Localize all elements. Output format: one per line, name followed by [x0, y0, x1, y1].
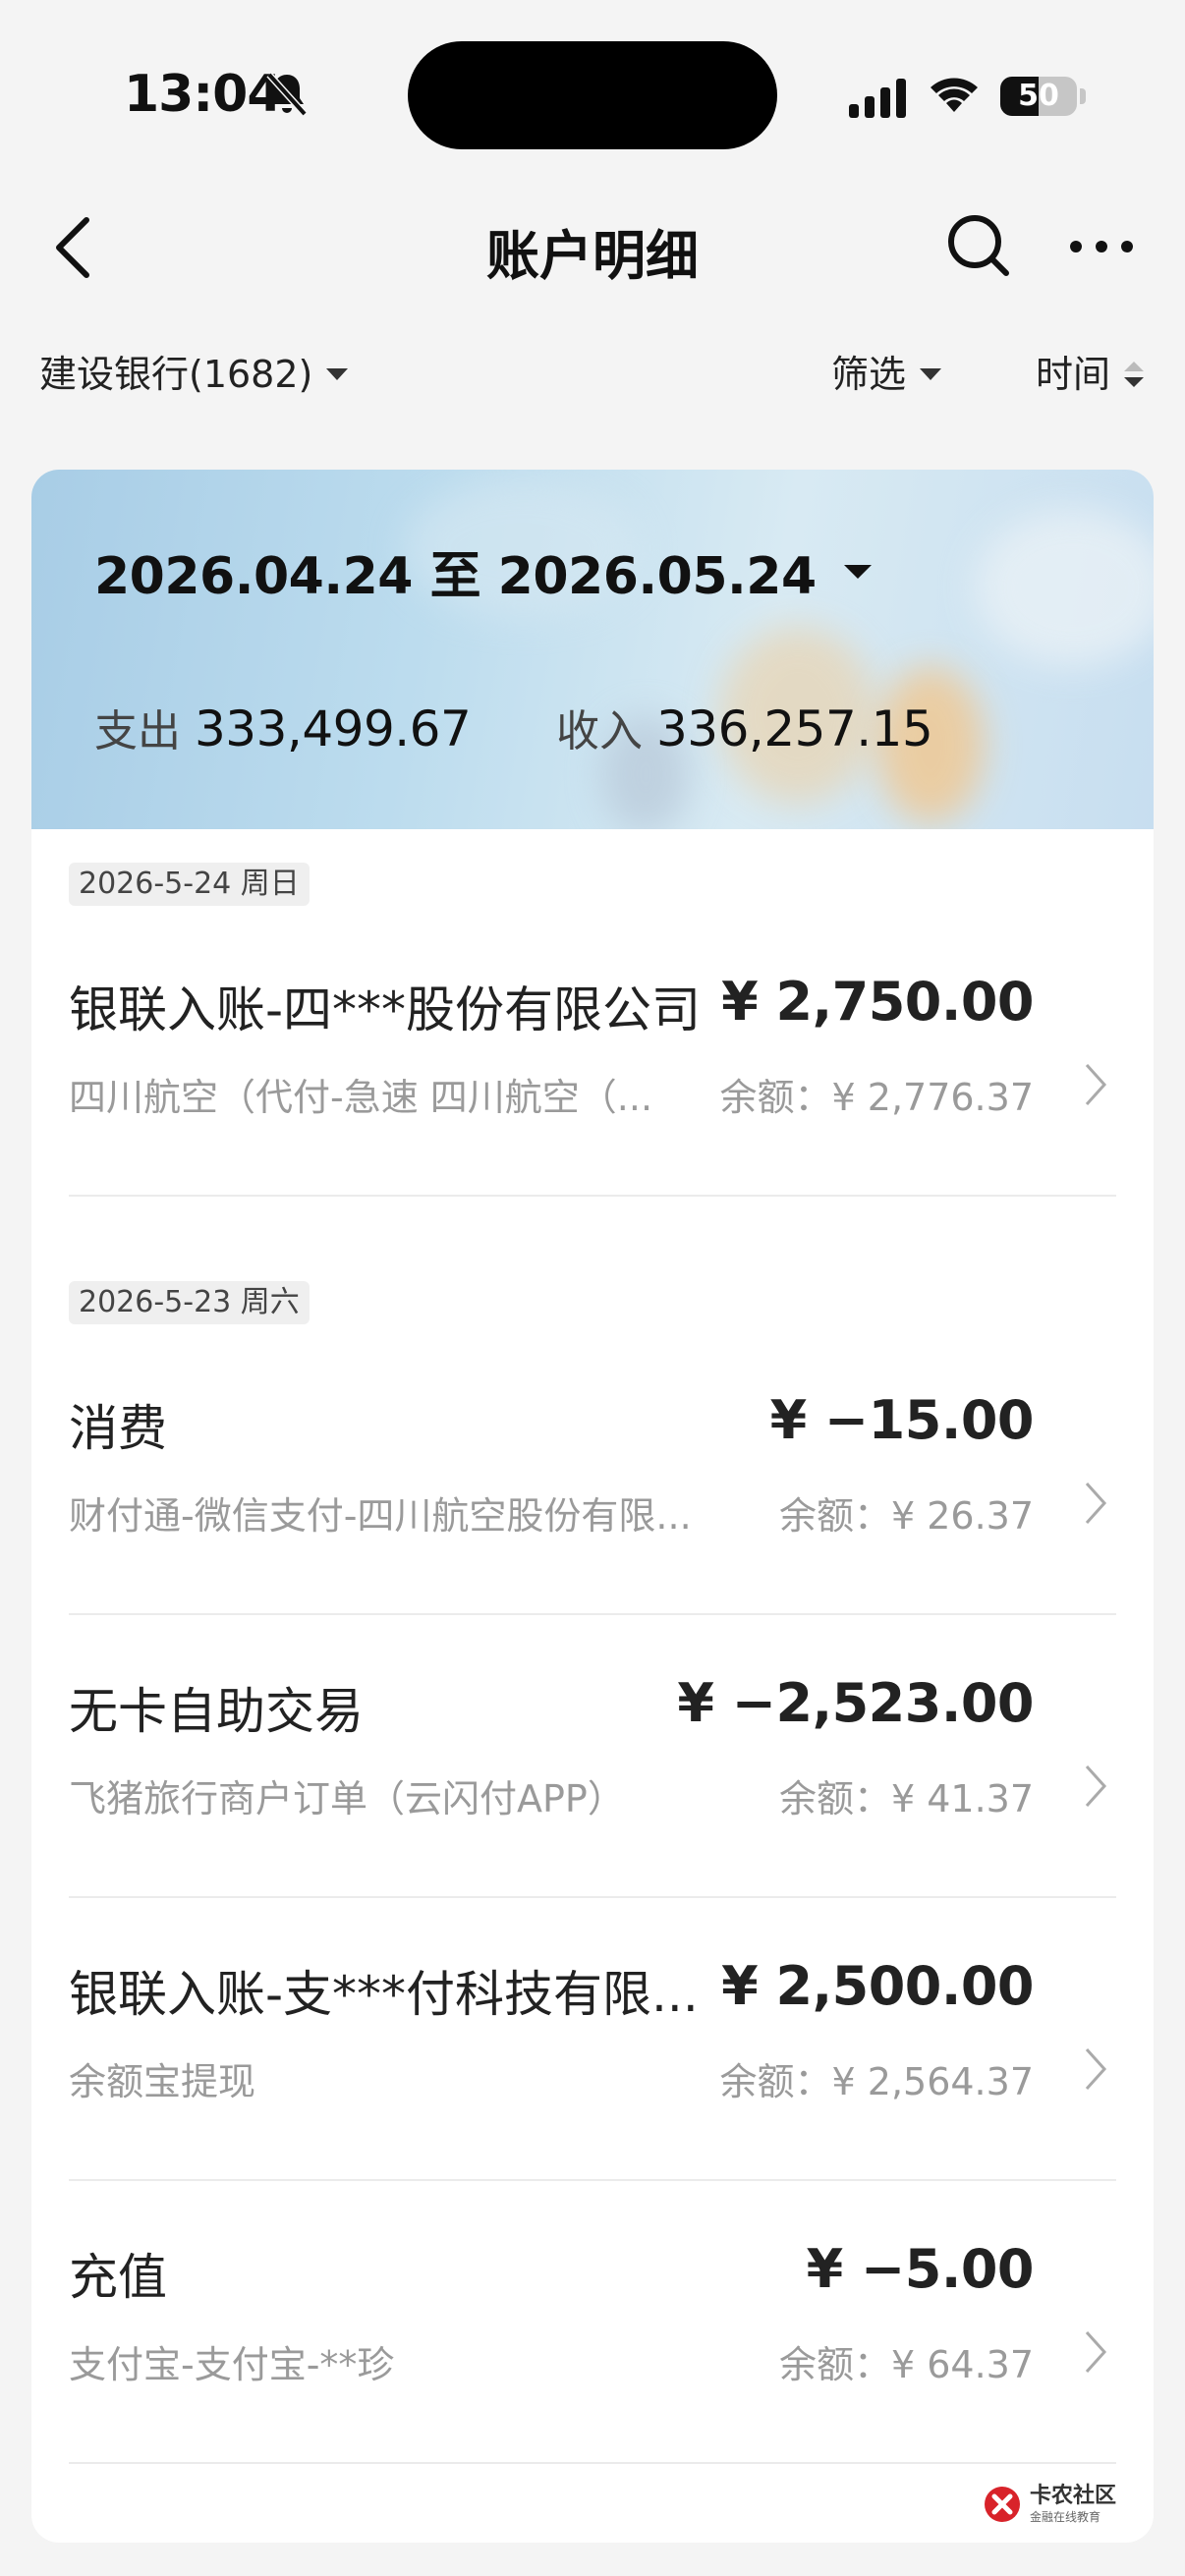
filter-dropdown[interactable]: 筛选	[831, 342, 942, 407]
expense-value: 333,499.67	[195, 700, 472, 757]
transaction-row[interactable]: 银联入账-支***付科技有限... ¥ 2,500.00 余额宝提现 余额：¥ …	[31, 1955, 1154, 2103]
cellular-signal-icon	[849, 79, 906, 118]
income-value: 336,257.15	[656, 700, 933, 757]
filter-dropdown-label: 筛选	[831, 353, 907, 396]
transaction-title: 银联入账-四***股份有限公司	[69, 981, 702, 1038]
summary-banner: 2026.04.24 至 2026.05.24 支出 333,499.67 收入…	[31, 470, 1154, 829]
transactions-card: 2026.04.24 至 2026.05.24 支出 333,499.67 收入…	[31, 470, 1154, 2543]
status-bar: 13:04 50	[0, 0, 1185, 187]
transaction-balance: 余额：¥ 2,564.37	[719, 2060, 1034, 2103]
transaction-row[interactable]: 充值 ¥ −5.00 支付宝-支付宝-**珍 余额：¥ 64.37	[31, 2238, 1154, 2386]
divider	[69, 1896, 1116, 1898]
chevron-down-icon	[920, 368, 942, 380]
battery-tip	[1080, 88, 1086, 104]
transaction-amount: ¥ 2,750.00	[721, 971, 1034, 1033]
transaction-title: 充值	[69, 2249, 167, 2306]
chevron-right-icon	[1085, 2047, 1107, 2091]
chevron-right-icon	[1085, 1482, 1107, 1525]
transaction-amount: ¥ −5.00	[806, 2238, 1035, 2300]
more-icon[interactable]	[1067, 232, 1136, 261]
divider	[69, 2462, 1116, 2464]
chevron-right-icon	[1085, 1764, 1107, 1808]
watermark-subtext: 金融在线教育	[1030, 2510, 1101, 2524]
transaction-description: 财付通-微信支付-四川航空股份有限...	[69, 1494, 692, 1538]
transaction-row[interactable]: 无卡自助交易 ¥ −2,523.00 飞猪旅行商户订单（云闪付APP） 余额：¥…	[31, 1672, 1154, 1820]
chevron-right-icon	[1085, 2330, 1107, 2374]
date-range-selector[interactable]: 2026.04.24 至 2026.05.24	[94, 534, 872, 608]
transaction-row[interactable]: 银联入账-四***股份有限公司 ¥ 2,750.00 四川航空（代付-急速 四川…	[31, 971, 1154, 1119]
wifi-icon	[931, 78, 978, 112]
income-label: 收入	[556, 706, 643, 756]
transaction-title: 消费	[69, 1400, 167, 1457]
date-group-header: 2026-5-24 周日	[69, 863, 310, 906]
transaction-row[interactable]: 消费 ¥ −15.00 财付通-微信支付-四川航空股份有限... 余额：¥ 26…	[31, 1389, 1154, 1538]
transaction-description: 支付宝-支付宝-**珍	[69, 2343, 395, 2386]
divider	[69, 1195, 1116, 1197]
battery-icon: 50	[1000, 77, 1077, 116]
divider	[69, 1613, 1116, 1615]
transaction-amount: ¥ −2,523.00	[677, 1672, 1034, 1734]
income-summary: 收入 336,257.15	[556, 696, 933, 758]
expense-summary: 支出 333,499.67	[94, 696, 472, 758]
filter-bar: 建设银行(1682) 筛选 时间	[0, 342, 1185, 411]
status-time: 13:04	[124, 65, 283, 124]
transaction-description: 余额宝提现	[69, 2060, 256, 2103]
battery-percent: 50	[1018, 79, 1059, 113]
watermark-logo: 卡农社区 金融在线教育	[983, 2480, 1136, 2529]
bell-muted-icon	[266, 72, 308, 117]
date-group-header: 2026-5-23 周六	[69, 1281, 310, 1324]
transaction-balance: 余额：¥ 64.37	[778, 2343, 1034, 2386]
transaction-balance: 余额：¥ 26.37	[778, 1494, 1034, 1538]
transaction-description: 四川航空（代付-急速 四川航空（...	[69, 1076, 653, 1119]
transaction-balance: 余额：¥ 41.37	[778, 1777, 1034, 1820]
account-selector[interactable]: 建设银行(1682)	[39, 342, 349, 407]
transaction-amount: ¥ −15.00	[769, 1389, 1035, 1451]
transaction-amount: ¥ 2,500.00	[721, 1955, 1034, 2017]
sort-time-label: 时间	[1036, 353, 1111, 396]
date-range-label: 2026.04.24 至 2026.05.24	[94, 547, 817, 606]
chevron-down-icon	[326, 368, 349, 380]
watermark-icon	[985, 2487, 1020, 2522]
sort-icon	[1124, 362, 1145, 387]
transaction-title: 银联入账-支***付科技有限...	[69, 1966, 699, 2023]
transaction-description: 飞猪旅行商户订单（云闪付APP）	[69, 1777, 625, 1820]
sort-time-toggle[interactable]: 时间	[1036, 342, 1145, 407]
divider	[69, 2179, 1116, 2181]
watermark-text: 卡农社区	[1030, 2484, 1117, 2508]
search-icon[interactable]	[945, 212, 1012, 279]
dynamic-island	[408, 41, 777, 149]
chevron-down-icon	[843, 564, 872, 579]
chevron-right-icon	[1085, 1063, 1107, 1106]
transaction-balance: 余额：¥ 2,776.37	[719, 1076, 1034, 1119]
account-selector-label: 建设银行(1682)	[39, 353, 313, 396]
transaction-title: 无卡自助交易	[69, 1683, 364, 1740]
expense-label: 支出	[94, 706, 181, 756]
